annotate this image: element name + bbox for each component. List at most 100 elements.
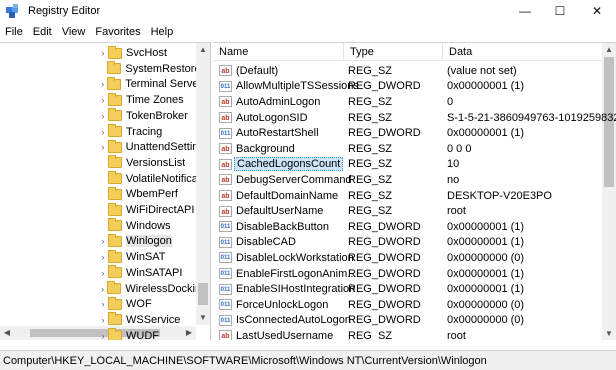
scroll-down-arrow-icon[interactable]: ▼: [602, 327, 616, 340]
value-data: 0x00000000 (0): [447, 314, 525, 327]
expand-chevron-icon[interactable]: ›: [98, 236, 108, 246]
expand-chevron-icon[interactable]: ›: [98, 79, 107, 89]
tree-item[interactable]: WbemPerf: [0, 186, 196, 202]
expand-chevron-icon[interactable]: ›: [98, 299, 108, 309]
tree-item[interactable]: › SvcHost: [0, 45, 196, 61]
menu-help[interactable]: Help: [146, 26, 179, 38]
registry-value-row[interactable]: 011 DisableBackButton REG_DWORD 0x00000001 …: [213, 219, 602, 235]
registry-value-row[interactable]: 011 DisableCAD REG_DWORD 0x00000001 (1): [213, 235, 602, 251]
expand-chevron-icon[interactable]: ›: [98, 284, 107, 294]
value-type: REG_SZ: [348, 189, 393, 202]
tree-item[interactable]: SystemRestore: [0, 61, 196, 77]
string-value-icon: ab: [219, 330, 232, 340]
registry-value-row[interactable]: 011 IsConnectedAutoLogon REG_DWORD 0x000000…: [213, 313, 602, 329]
tree-item[interactable]: › Terminal Server: [0, 76, 196, 92]
registry-value-row[interactable]: ab DefaultUserName REG_SZ root: [213, 203, 602, 219]
registry-value-row[interactable]: ab Background REG_SZ 0 0 0: [213, 141, 602, 157]
tree-item-label: Time Zones: [126, 94, 184, 107]
value-data: 10: [447, 158, 460, 171]
tree-item-label: WUDF: [126, 329, 159, 340]
expand-chevron-icon[interactable]: ›: [98, 315, 108, 325]
folder-icon: [108, 155, 122, 169]
registry-value-row[interactable]: ab (Default) REG_SZ (value not set): [213, 63, 602, 79]
value-data: 0x00000001 (1): [447, 267, 525, 280]
column-type-header[interactable]: Type: [344, 43, 443, 61]
column-data-header[interactable]: Data: [443, 43, 602, 61]
minimize-button[interactable]: —: [510, 0, 540, 22]
tree-item[interactable]: › WOF: [0, 296, 196, 312]
scroll-up-arrow-icon[interactable]: ▲: [196, 43, 210, 57]
value-name: DebugServerCommand: [236, 173, 352, 186]
tree-item[interactable]: › Winlogon: [0, 233, 196, 249]
folder-icon: [107, 281, 122, 294]
expand-chevron-icon[interactable]: ›: [98, 252, 108, 262]
value-data: 0x00000001 (1): [447, 80, 525, 93]
tree-item[interactable]: VersionsList: [0, 155, 196, 171]
menu-view[interactable]: View: [57, 26, 91, 38]
value-data: 0: [447, 95, 454, 108]
registry-value-row[interactable]: ab CachedLogonsCount REG_SZ 10: [213, 157, 602, 173]
menu-favorites[interactable]: Favorites: [90, 26, 145, 38]
value-type: REG_DWORD: [348, 127, 421, 140]
value-type: REG_DWORD: [348, 251, 421, 264]
tree-item[interactable]: › WinSAT: [0, 249, 196, 265]
value-data: DESKTOP-V20E3PO: [447, 189, 552, 202]
folder-icon: [108, 328, 122, 340]
tree-vscroll-thumb[interactable]: [198, 283, 208, 305]
tree-item[interactable]: › TokenBroker: [0, 108, 196, 124]
scroll-up-arrow-icon[interactable]: ▲: [602, 43, 616, 57]
tree-item[interactable]: › WinSATAPI: [0, 265, 196, 281]
expand-chevron-icon[interactable]: ›: [98, 111, 108, 121]
registry-value-row[interactable]: 011 ForceUnlockLogon REG_DWORD 0x00000000 (…: [213, 297, 602, 313]
tree-item[interactable]: › WSService: [0, 312, 196, 328]
expand-chevron-icon[interactable]: ›: [98, 127, 108, 137]
value-data: 0x00000001 (1): [447, 220, 525, 233]
value-data: S-1-5-21-3860949763-1019259832-30: [447, 111, 616, 124]
expand-chevron-icon[interactable]: ›: [98, 48, 108, 58]
folder-icon: [107, 139, 122, 153]
registry-value-row[interactable]: ab DebugServerCommand REG_SZ no: [213, 172, 602, 188]
maximize-button[interactable]: ☐: [545, 0, 575, 22]
column-header: Name Type Data: [213, 43, 602, 61]
expand-chevron-icon[interactable]: ›: [98, 95, 108, 105]
expand-chevron-icon[interactable]: ›: [98, 268, 108, 278]
tree-item[interactable]: › WUDF: [0, 328, 196, 340]
tree-item[interactable]: › WirelessDockin: [0, 281, 196, 297]
registry-value-row[interactable]: ab LastUsedUsername REG_SZ root: [213, 328, 602, 340]
value-data: root: [447, 205, 466, 218]
expand-chevron-icon[interactable]: ›: [98, 331, 108, 340]
close-button[interactable]: ✕: [582, 0, 612, 22]
tree-item-label: WinSAT: [126, 251, 166, 264]
tree-item[interactable]: VolatileNotifica: [0, 171, 196, 187]
registry-value-row[interactable]: 011 DisableLockWorkstation REG_DWORD 0x0000…: [213, 250, 602, 266]
string-value-icon: ab: [219, 158, 232, 170]
registry-value-row[interactable]: ab DefaultDomainName REG_SZ DESKTOP-V20E3PO: [213, 188, 602, 204]
value-type: REG_SZ: [348, 173, 393, 186]
menu-edit[interactable]: Edit: [28, 26, 57, 38]
tree-vertical-scrollbar[interactable]: ▲ ▼: [196, 43, 210, 325]
registry-value-row[interactable]: 011 AutoRestartShell REG_DWORD 0x00000001 (…: [213, 125, 602, 141]
registry-values-list[interactable]: Name Type Data ▲ ▼ ab (Default) REG_SZ (val…: [213, 42, 616, 340]
tree-item[interactable]: › Time Zones: [0, 92, 196, 108]
value-name: DefaultDomainName: [236, 189, 339, 202]
scroll-down-arrow-icon[interactable]: ▼: [196, 311, 210, 325]
registry-value-row[interactable]: ab AutoLogonSID REG_SZ S-1-5-21-3860949763-…: [213, 110, 616, 126]
tree-item-label: SvcHost: [126, 47, 167, 59]
registry-value-row[interactable]: 011 AllowMultipleTSSessions REG_DWORD 0x000…: [213, 79, 602, 95]
menu-file[interactable]: File: [0, 26, 28, 38]
registry-value-row[interactable]: 011 EnableSIHostIntegration REG_DWORD 0x000…: [213, 281, 602, 297]
value-type: REG_DWORD: [348, 267, 421, 280]
column-name-header[interactable]: Name: [213, 43, 344, 61]
tree-item[interactable]: Windows: [0, 218, 196, 234]
tree-item[interactable]: › Tracing: [0, 124, 196, 140]
expand-chevron-icon[interactable]: ›: [98, 142, 108, 152]
values-vertical-scrollbar[interactable]: ▲ ▼: [602, 43, 616, 340]
registry-value-row[interactable]: 011 EnableFirstLogonAnim... REG_DWORD 0x000…: [213, 266, 602, 282]
value-data: 0x00000000 (0): [447, 298, 525, 311]
value-type: REG_DWORD: [348, 314, 421, 327]
registry-key-tree[interactable]: ▲ ▼ ◀ ▶ › SvcHost SystemRestore › Terminal S…: [0, 42, 211, 340]
tree-item[interactable]: WiFiDirectAPI: [0, 202, 196, 218]
binary-value-icon: 011: [219, 127, 232, 139]
registry-value-row[interactable]: ab AutoAdminLogon REG_SZ 0: [213, 94, 602, 110]
tree-item[interactable]: › UnattendSettin: [0, 139, 196, 155]
